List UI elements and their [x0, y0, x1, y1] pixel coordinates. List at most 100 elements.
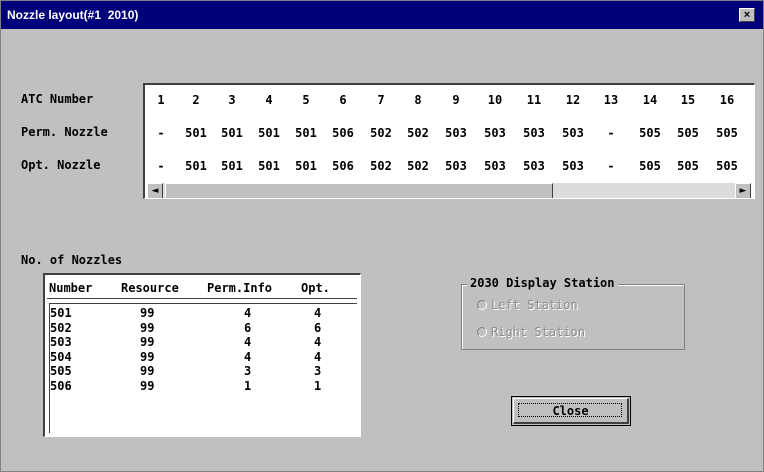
atc-number-cell: 15	[680, 93, 696, 107]
atc-number-cell: 9	[452, 93, 460, 107]
nozzle-perm-info: 1	[244, 378, 252, 393]
perm-nozzle-cell: 503	[523, 126, 545, 140]
perm-nozzle-cell: 501	[258, 126, 280, 140]
list-item[interactable]: 502 99 6 6	[50, 321, 356, 335]
radio-icon	[477, 300, 487, 310]
opt-nozzle-cell: 501	[221, 159, 243, 173]
close-button[interactable]: Close	[511, 396, 631, 426]
nozzle-opt: 4	[314, 306, 322, 320]
perm-nozzle-cell: 5(	[745, 126, 754, 140]
col-header-number[interactable]: Number	[49, 281, 92, 295]
atc-number-cell: 2	[192, 93, 200, 107]
scroll-right-button[interactable]: ►	[735, 183, 751, 198]
opt-nozzle-cell: 505	[716, 159, 738, 173]
nozzle-resource: 99	[140, 306, 155, 320]
nozzle-resource: 99	[140, 349, 155, 364]
col-header-resource[interactable]: Resource	[121, 281, 179, 295]
close-window-button[interactable]: ×	[739, 8, 755, 22]
perm-nozzle-row: -501 501 501 501 506 502 502 503 503 503 503-505 50…	[145, 126, 754, 140]
nozzle-number: 504	[50, 349, 72, 364]
atc-number-cell: 5	[302, 93, 310, 107]
nozzle-number: 506	[50, 378, 72, 393]
atc-number-label: ATC Number	[21, 92, 94, 106]
nozzle-number: 502	[50, 320, 72, 335]
atc-number-cell: 3	[228, 93, 236, 107]
atc-number-cell: 16	[719, 93, 735, 107]
atc-number-cell: 13	[603, 93, 619, 107]
atc-number-cell: 7	[377, 93, 385, 107]
opt-nozzle-cell: 501	[295, 159, 317, 173]
right-station-label: Right Station	[491, 325, 585, 339]
atc-grid: 123456789101112131415161 -50150150150150…	[143, 83, 755, 199]
opt-nozzle-cell: 503	[562, 159, 584, 173]
list-item[interactable]: 504 99 4 4	[50, 350, 356, 364]
title-bar[interactable]: Nozzle layout(#1 2010) ×	[1, 1, 763, 29]
nozzle-resource: 99	[140, 378, 155, 393]
nozzle-number: 505	[50, 364, 72, 378]
opt-nozzle-row: -501 501 501 501 506 502 502 503 503 503 503-505 50…	[145, 159, 754, 173]
col-header-opt[interactable]: Opt.	[301, 281, 330, 295]
nozzle-list[interactable]: Number Resource Perm.Info Opt. 501 99 4 4 50…	[43, 273, 361, 437]
perm-nozzle-cell: 501	[295, 126, 317, 140]
perm-nozzle-cell: 506	[332, 126, 354, 140]
perm-nozzle-cell: 505	[677, 126, 699, 140]
horizontal-scrollbar[interactable]: ◄ ►	[147, 183, 751, 198]
nozzle-number: 501	[50, 306, 72, 320]
no-of-nozzles-label: No. of Nozzles	[21, 253, 123, 267]
perm-nozzle-cell: 501	[221, 126, 243, 140]
perm-nozzle-cell: 505	[716, 126, 738, 140]
atc-number-cell: 14	[642, 93, 658, 107]
nozzle-list-header: Number Resource Perm.Info Opt.	[47, 277, 357, 299]
nozzle-list-body: 501 99 4 4 502 99 6 6 503 99 4 4 504 99 4 4 505 99 3 3 506 99…	[49, 303, 357, 433]
perm-nozzle-label: Perm. Nozzle	[21, 125, 108, 139]
window-title: Nozzle layout(#1 2010)	[7, 8, 139, 22]
list-item[interactable]: 503 99 4 4	[50, 335, 356, 349]
list-item[interactable]: 501 99 4 4	[50, 306, 356, 320]
nozzle-opt: 6	[314, 320, 322, 335]
display-station-title: 2030 Display Station	[467, 276, 618, 290]
nozzle-opt: 3	[314, 364, 322, 378]
atc-number-cell: 12	[565, 93, 581, 107]
nozzle-perm-info: 6	[244, 320, 252, 335]
perm-nozzle-cell: 503	[484, 126, 506, 140]
opt-nozzle-cell: 503	[484, 159, 506, 173]
list-item[interactable]: 505 99 3 3	[50, 364, 356, 378]
perm-nozzle-cell: 503	[445, 126, 467, 140]
opt-nozzle-cell: 503	[523, 159, 545, 173]
nozzle-perm-info: 4	[244, 349, 252, 364]
opt-nozzle-cell: 503	[445, 159, 467, 173]
nozzle-resource: 99	[140, 320, 155, 335]
list-item[interactable]: 506 99 1 1	[50, 379, 356, 393]
perm-nozzle-cell: 505	[639, 126, 661, 140]
perm-nozzle-cell: -	[607, 126, 615, 140]
perm-nozzle-cell: 503	[562, 126, 584, 140]
left-arrow-icon: ◄	[151, 186, 159, 196]
opt-nozzle-cell: 5(	[745, 159, 754, 173]
perm-nozzle-cell: 502	[407, 126, 429, 140]
left-station-label: Left Station	[491, 298, 578, 312]
scroll-left-button[interactable]: ◄	[147, 183, 163, 198]
scroll-thumb[interactable]	[165, 183, 553, 198]
atc-number-row: 123456789101112131415161	[145, 93, 754, 107]
nozzle-opt: 1	[314, 378, 322, 393]
nozzle-number: 503	[50, 335, 72, 349]
nozzle-opt: 4	[314, 335, 322, 349]
opt-nozzle-cell: 501	[258, 159, 280, 173]
perm-nozzle-cell: 502	[370, 126, 392, 140]
opt-nozzle-cell: 502	[370, 159, 392, 173]
atc-number-cell: 11	[526, 93, 542, 107]
atc-number-cell: 6	[339, 93, 347, 107]
close-icon: ×	[743, 9, 751, 21]
nozzle-resource: 99	[140, 364, 155, 378]
nozzle-layout-window: Nozzle layout(#1 2010) × ATC Number Perm…	[0, 0, 764, 472]
right-arrow-icon: ►	[739, 186, 747, 196]
opt-nozzle-cell: 505	[639, 159, 661, 173]
atc-number-cell: 4	[265, 93, 273, 107]
atc-number-cell: 8	[414, 93, 422, 107]
close-button-face: Close	[513, 398, 629, 424]
col-header-perm-info[interactable]: Perm.Info	[207, 281, 272, 295]
nozzle-perm-info: 3	[244, 364, 252, 378]
nozzle-opt: 4	[314, 349, 322, 364]
display-station-group	[461, 284, 685, 350]
atc-number-cell: 1	[745, 93, 754, 107]
